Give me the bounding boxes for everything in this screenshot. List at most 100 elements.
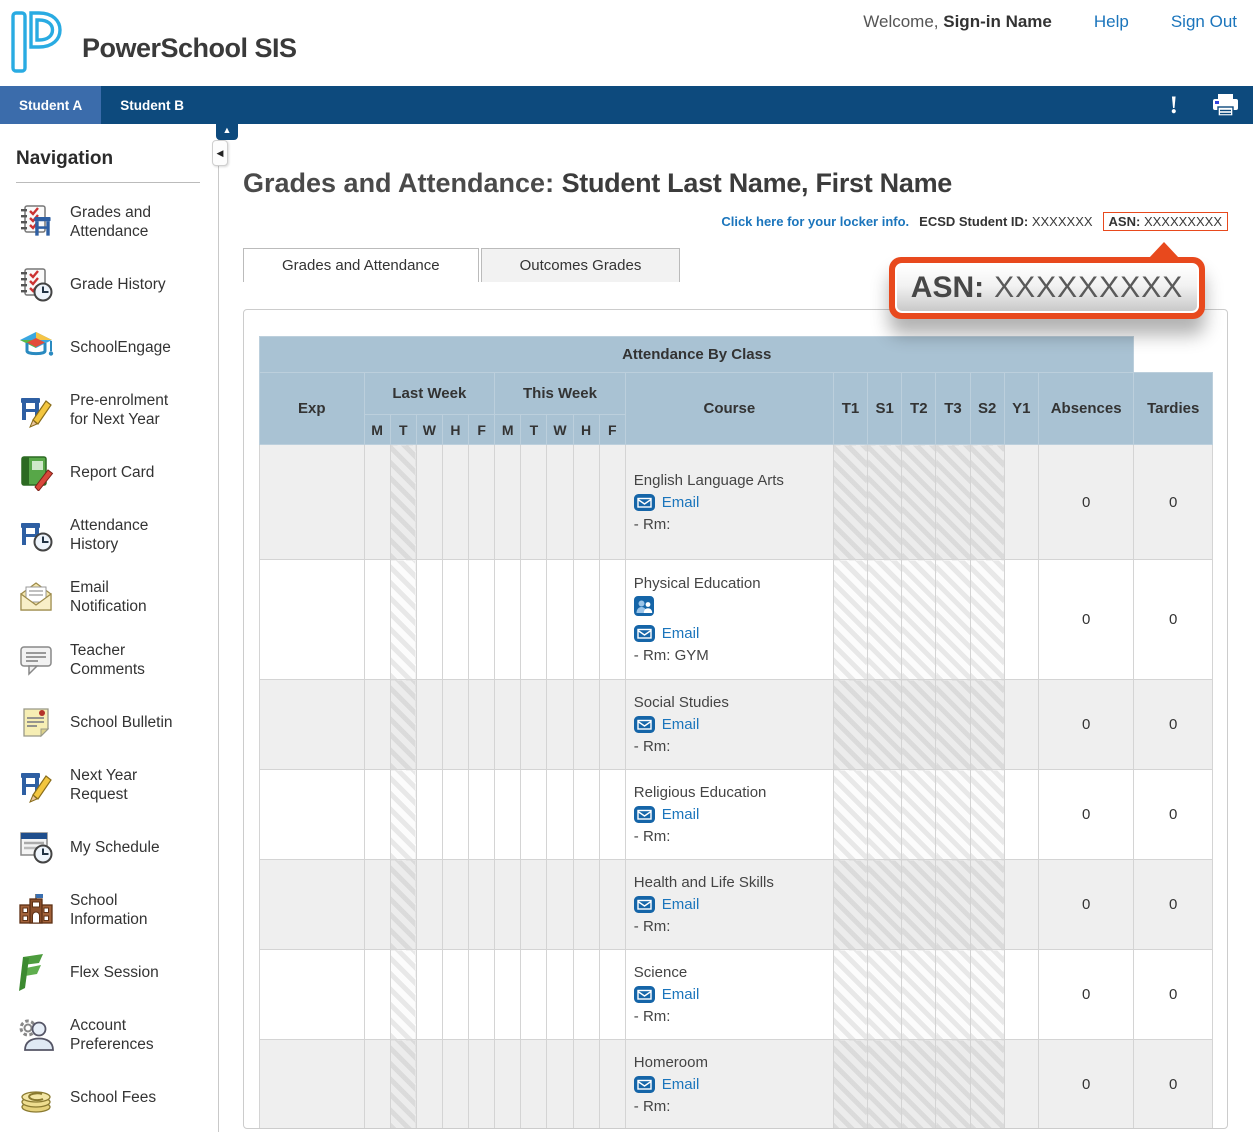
course-cell: HomeroomEmail- Rm: (625, 1040, 833, 1130)
sign-out-link[interactable]: Sign Out (1171, 12, 1237, 32)
email-icon (634, 494, 655, 511)
school-information-icon (16, 890, 56, 930)
tardies-value[interactable]: 0 (1134, 560, 1213, 680)
absences-value[interactable]: 0 (1038, 1040, 1134, 1130)
teacher-email-link[interactable]: Email (662, 1076, 700, 1093)
term-cell-t3 (936, 680, 970, 770)
term-cell-s2 (970, 860, 1004, 950)
course-row: Health and Life SkillsEmail- Rm:00 (260, 860, 1213, 950)
day-cell (599, 860, 625, 950)
grades-attendance-icon (16, 202, 56, 242)
tab-outcomes-grades[interactable]: Outcomes Grades (481, 248, 681, 282)
sidebar-item-label: AccountPreferences (70, 1016, 154, 1054)
email-icon (634, 716, 655, 733)
day-cell (573, 445, 599, 560)
grade-history-icon (16, 265, 56, 305)
room-label: - Rm: (634, 1008, 827, 1025)
day-header-last-week-w: W (416, 415, 442, 445)
term-cell-t3 (936, 445, 970, 560)
term-cell-t2 (902, 770, 936, 860)
room-label: - Rm: (634, 738, 827, 755)
col-header-t1: T1 (833, 373, 867, 445)
day-cell (469, 1040, 495, 1130)
table-title: Attendance By Class (260, 337, 1134, 373)
schoolengage-icon (16, 327, 56, 367)
student-tab-student-a[interactable]: Student A (0, 86, 101, 124)
sidebar-item-label: Grades andAttendance (70, 203, 151, 241)
term-cell-y1 (1004, 445, 1038, 560)
absences-value[interactable]: 0 (1038, 770, 1134, 860)
flex-session-icon (16, 952, 56, 992)
day-cell (390, 860, 416, 950)
email-icon (634, 625, 655, 642)
day-header-this-week-f: F (599, 415, 625, 445)
day-cell (521, 445, 547, 560)
day-cell (442, 445, 468, 560)
sidebar-item-flex-session[interactable]: Flex Session (16, 941, 218, 1004)
tab-grades-and-attendance[interactable]: Grades and Attendance (243, 248, 479, 282)
sidebar-item-email-notification[interactable]: EmailNotification (16, 566, 218, 629)
absences-value[interactable]: 0 (1038, 680, 1134, 770)
absences-value[interactable]: 0 (1038, 860, 1134, 950)
room-label: - Rm: GYM (634, 647, 827, 664)
tardies-value[interactable]: 0 (1134, 860, 1213, 950)
day-header-last-week-f: F (469, 415, 495, 445)
absences-value[interactable]: 0 (1038, 445, 1134, 560)
sidebar-item-label: Next YearRequest (70, 766, 137, 804)
tardies-value[interactable]: 0 (1134, 680, 1213, 770)
sidebar-item-school-fees[interactable]: School Fees (16, 1066, 218, 1129)
teacher-email-link[interactable]: Email (662, 896, 700, 913)
student-id: ECSD Student ID: XXXXXXX (919, 214, 1092, 229)
class-group-icon[interactable] (634, 596, 827, 620)
alert-icon[interactable]: ! (1170, 93, 1178, 118)
absences-value[interactable]: 0 (1038, 950, 1134, 1040)
absences-value[interactable]: 0 (1038, 560, 1134, 680)
sidebar-item-report-card[interactable]: Report Card (16, 441, 218, 504)
course-name: Homeroom (634, 1054, 827, 1071)
sidebar-item-next-year-request[interactable]: Next YearRequest (16, 754, 218, 817)
day-cell (390, 770, 416, 860)
print-icon[interactable] (1212, 94, 1239, 117)
term-cell-t2 (902, 950, 936, 1040)
sidebar-item-schoolengage[interactable]: SchoolEngage (16, 316, 218, 379)
sidebar-item-account-preferences[interactable]: AccountPreferences (16, 1004, 218, 1067)
term-cell-s1 (868, 445, 902, 560)
sidebar-item-grades-and-attendance[interactable]: Grades andAttendance (16, 191, 218, 254)
help-link[interactable]: Help (1094, 12, 1129, 32)
student-tab-student-b[interactable]: Student B (101, 86, 203, 124)
collapse-up-icon[interactable]: ▲ (216, 123, 238, 140)
tardies-value[interactable]: 0 (1134, 770, 1213, 860)
day-cell (573, 680, 599, 770)
day-cell (547, 860, 573, 950)
term-cell-s2 (970, 560, 1004, 680)
tardies-value[interactable]: 0 (1134, 950, 1213, 1040)
sidebar-item-pre-enrolment[interactable]: Pre-enrolmentfor Next Year (16, 379, 218, 442)
collapse-left-icon[interactable]: ◀ (212, 140, 228, 166)
exp-cell (260, 680, 365, 770)
teacher-email-link[interactable]: Email (662, 625, 700, 642)
teacher-email-link[interactable]: Email (662, 716, 700, 733)
sidebar-item-school-information[interactable]: SchoolInformation (16, 879, 218, 942)
teacher-email-link[interactable]: Email (662, 806, 700, 823)
locker-info-link[interactable]: Click here for your locker info. (721, 214, 909, 229)
room-label: - Rm: (634, 828, 827, 845)
term-cell-s2 (970, 445, 1004, 560)
tardies-value[interactable]: 0 (1134, 445, 1213, 560)
term-cell-t1 (833, 445, 867, 560)
exp-cell (260, 560, 365, 680)
school-fees-icon (16, 1077, 56, 1117)
sidebar-item-attendance-history[interactable]: AttendanceHistory (16, 504, 218, 567)
col-header-s2: S2 (970, 373, 1004, 445)
sidebar-item-school-bulletin[interactable]: School Bulletin (16, 691, 218, 754)
col-header-absences: Absences (1038, 373, 1134, 445)
sidebar-item-label: Grade History (70, 275, 166, 294)
teacher-email-link[interactable]: Email (662, 986, 700, 1003)
teacher-email-link[interactable]: Email (662, 494, 700, 511)
tardies-value[interactable]: 0 (1134, 1040, 1213, 1130)
next-year-request-icon (16, 765, 56, 805)
sidebar-item-my-schedule[interactable]: My Schedule (16, 816, 218, 879)
term-cell-s1 (868, 860, 902, 950)
sidebar-item-grade-history[interactable]: Grade History (16, 254, 218, 317)
day-cell (416, 445, 442, 560)
sidebar-item-teacher-comments[interactable]: TeacherComments (16, 629, 218, 692)
